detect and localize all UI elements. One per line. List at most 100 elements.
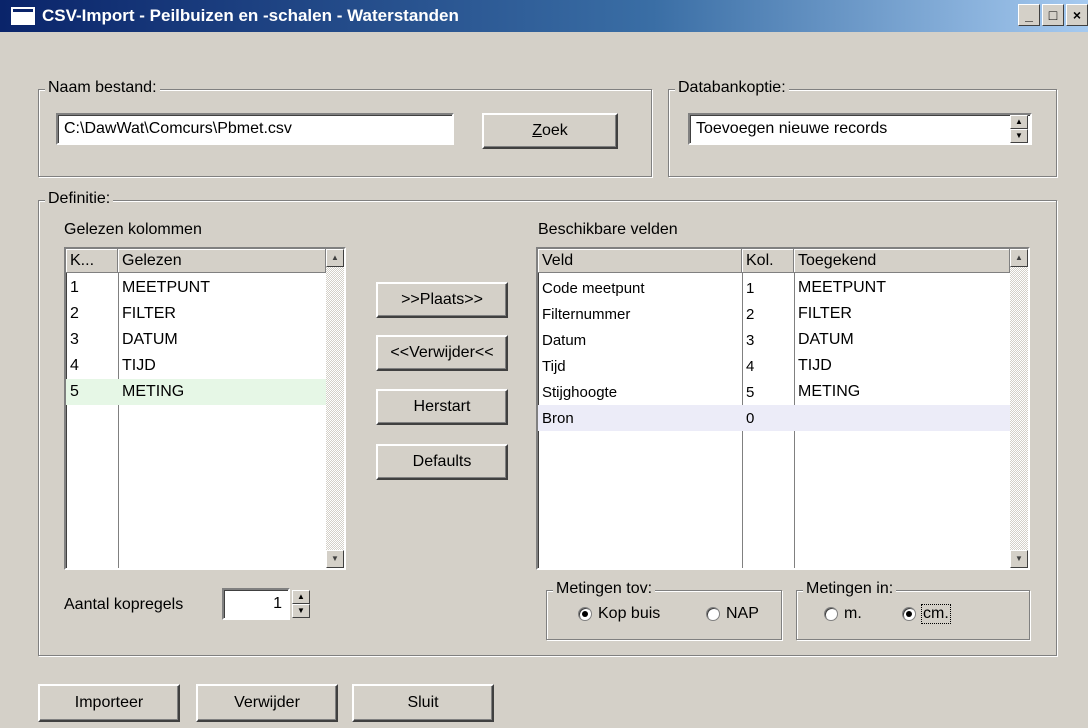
spin-up-icon[interactable]: ▲: [1010, 115, 1028, 129]
available-fields-grid[interactable]: Veld Kol. Toegekend Code meetpunt 1 MEET…: [536, 247, 1030, 570]
row-k: 3: [70, 331, 79, 348]
delete-button[interactable]: Verwijder: [196, 684, 338, 722]
row-k: 5: [70, 383, 79, 400]
row-toegekend: TIJD: [798, 357, 832, 374]
col-header-veld[interactable]: Veld: [538, 249, 742, 273]
col-header-gelezen[interactable]: Gelezen: [118, 249, 326, 273]
row-kol: 5: [746, 383, 755, 401]
row-name: FILTER: [122, 305, 176, 322]
row-veld: Datum: [542, 331, 587, 349]
row-toegekend: [794, 405, 1010, 431]
row-toegekend: MEETPUNT: [798, 279, 886, 296]
table-row[interactable]: Tijd 4 TIJD: [538, 353, 1010, 379]
app-icon: [10, 6, 36, 26]
header-rows-label: Aantal kopregels: [64, 596, 184, 613]
table-row-selected[interactable]: Bron 0: [538, 405, 1010, 431]
maximize-button[interactable]: □: [1042, 4, 1064, 26]
spin-down-icon[interactable]: ▼: [1010, 129, 1028, 143]
search-button-label: oek: [541, 122, 568, 139]
database-option-spinner[interactable]: ▲ ▼: [1010, 115, 1028, 143]
import-button[interactable]: Importeer: [38, 684, 180, 722]
search-button-accel: Z: [532, 122, 542, 139]
table-row[interactable]: Datum 3 DATUM: [538, 327, 1010, 353]
table-row[interactable]: 1 MEETPUNT: [66, 275, 326, 301]
row-name: MEETPUNT: [122, 279, 210, 296]
row-kol: 3: [746, 331, 755, 349]
available-fields-label: Beschikbare velden: [538, 221, 678, 238]
radio-nap-label: NAP: [726, 605, 759, 622]
title-bar[interactable]: CSV-Import - Peilbuizen en -schalen - Wa…: [0, 0, 1088, 32]
table-row-selected[interactable]: 5 METING: [66, 379, 326, 405]
row-veld: Filternummer: [542, 305, 631, 323]
row-toegekend: METING: [798, 383, 861, 400]
row-name: DATUM: [122, 331, 178, 348]
row-veld: Stijghoogte: [542, 383, 618, 401]
row-name: TIJD: [122, 357, 156, 374]
row-kol: 1: [746, 279, 755, 297]
col-header-kol[interactable]: Kol.: [742, 249, 794, 273]
radio-cm[interactable]: cm.: [902, 604, 951, 624]
read-columns-grid[interactable]: K... Gelezen 1 MEETPUNT 2 FILTER 3 DATUM…: [64, 247, 346, 570]
available-fields-scrollbar[interactable]: ▲ ▼: [1010, 249, 1028, 568]
row-k: 2: [70, 305, 79, 322]
definition-group-label: Definitie:: [45, 190, 114, 208]
table-row[interactable]: 4 TIJD: [66, 353, 326, 379]
row-toegekend: FILTER: [798, 305, 852, 322]
radio-kop-buis-label: Kop buis: [598, 605, 661, 622]
remove-button[interactable]: <<Verwijder<<: [376, 335, 508, 371]
row-k: 4: [70, 357, 79, 374]
window-controls: _ □ ×: [1018, 4, 1088, 26]
radio-cm-label: cm.: [921, 604, 951, 624]
window-title: CSV-Import - Peilbuizen en -schalen - Wa…: [42, 6, 459, 25]
spin-down-icon[interactable]: ▼: [292, 604, 310, 618]
radio-kop-buis-dot[interactable]: [578, 607, 592, 621]
scroll-down-icon[interactable]: ▼: [326, 550, 344, 568]
close-button[interactable]: ×: [1066, 4, 1088, 26]
scroll-up-icon[interactable]: ▲: [1010, 249, 1028, 267]
row-kol: 0: [746, 409, 755, 427]
col-header-k[interactable]: K...: [66, 249, 118, 273]
row-name: METING: [122, 383, 185, 400]
row-k: 1: [70, 279, 79, 296]
minimize-button[interactable]: _: [1018, 4, 1040, 26]
table-row[interactable]: Stijghoogte 5 METING: [538, 379, 1010, 405]
defaults-button[interactable]: Defaults: [376, 444, 508, 480]
spin-up-icon[interactable]: ▲: [292, 590, 310, 604]
metingen-tov-label: Metingen tov:: [553, 580, 656, 598]
close-dialog-button[interactable]: Sluit: [352, 684, 494, 722]
row-kol: 4: [746, 357, 755, 375]
database-group-label: Databankoptie:: [675, 79, 789, 97]
row-veld: Bron: [542, 409, 574, 427]
radio-nap[interactable]: NAP: [706, 605, 759, 623]
place-button[interactable]: >>Plaats>>: [376, 282, 508, 318]
row-toegekend: DATUM: [798, 331, 854, 348]
read-columns-scrollbar[interactable]: ▲ ▼: [326, 249, 344, 568]
read-columns-label: Gelezen kolommen: [64, 221, 202, 238]
scroll-up-icon[interactable]: ▲: [326, 249, 344, 267]
file-path-value: C:\DawWat\Comcurs\Pbmet.csv: [64, 120, 292, 137]
file-path-input[interactable]: C:\DawWat\Comcurs\Pbmet.csv: [56, 113, 454, 145]
header-rows-input[interactable]: 1: [222, 588, 290, 620]
radio-cm-dot[interactable]: [902, 607, 916, 621]
table-row[interactable]: Filternummer 2 FILTER: [538, 301, 1010, 327]
radio-kop-buis[interactable]: Kop buis: [578, 605, 660, 623]
col-header-toegekend[interactable]: Toegekend: [794, 249, 1010, 273]
search-button[interactable]: Zoek: [482, 113, 618, 149]
database-option-select[interactable]: Toevoegen nieuwe records: [688, 113, 1032, 145]
scroll-down-icon[interactable]: ▼: [1010, 550, 1028, 568]
table-row[interactable]: 2 FILTER: [66, 301, 326, 327]
header-rows-spinner[interactable]: ▲ ▼: [292, 590, 310, 618]
file-group-label: Naam bestand:: [45, 79, 160, 97]
database-option-value: Toevoegen nieuwe records: [696, 120, 888, 137]
radio-nap-dot[interactable]: [706, 607, 720, 621]
radio-m-dot[interactable]: [824, 607, 838, 621]
restart-button[interactable]: Herstart: [376, 389, 508, 425]
row-veld: Tijd: [542, 357, 566, 375]
radio-m[interactable]: m.: [824, 605, 862, 623]
row-veld: Code meetpunt: [542, 279, 645, 297]
table-row[interactable]: 3 DATUM: [66, 327, 326, 353]
metingen-in-label: Metingen in:: [803, 580, 897, 598]
radio-m-label: m.: [844, 605, 862, 622]
row-kol: 2: [746, 305, 755, 323]
table-row[interactable]: Code meetpunt 1 MEETPUNT: [538, 275, 1010, 301]
